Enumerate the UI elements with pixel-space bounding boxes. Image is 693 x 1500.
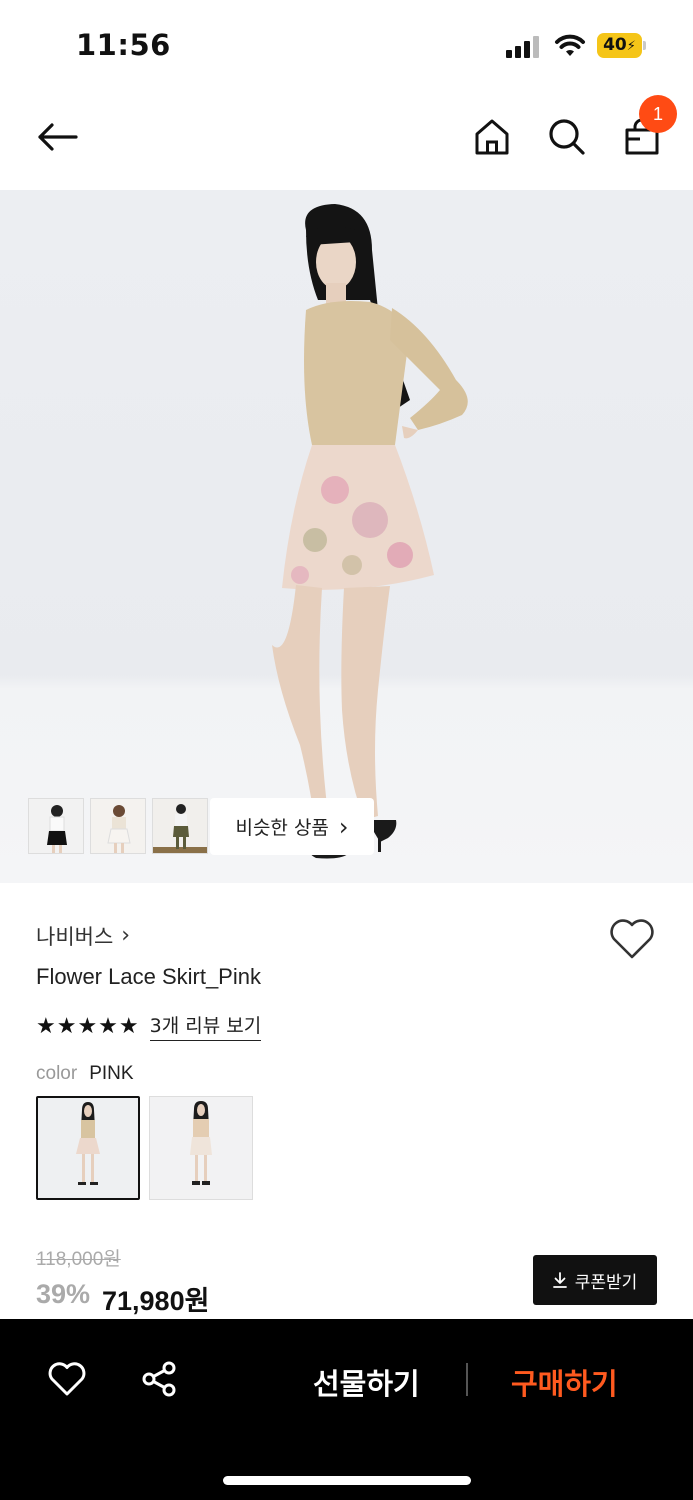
similar-thumbnail[interactable] [28,798,84,854]
share-icon [142,1361,176,1397]
brand-name: 나비버스 [36,925,114,949]
heart-icon [48,1362,86,1396]
cart-count-badge: 1 [639,95,677,133]
color-swatch[interactable] [149,1096,253,1200]
signal-icon [506,34,542,58]
product-name: Flower Lace Skirt_Pink [36,964,261,989]
back-arrow-icon [38,123,78,151]
status-time: 11:56 [76,28,171,62]
discount-rate: 39% [36,1279,91,1309]
color-swatch-selected[interactable] [36,1096,140,1200]
view-reviews-link[interactable]: 3개 리뷰 보기 [149,1011,262,1041]
battery-icon: 40⚡ [597,33,647,58]
chevron-right-icon: › [121,923,131,948]
download-icon [552,1272,567,1288]
back-button[interactable] [29,109,85,165]
search-icon [549,119,585,155]
similar-thumbnail[interactable] [90,798,146,854]
get-coupon-button[interactable]: 쿠폰받기 [533,1255,657,1305]
status-bar: 11:56 40⚡ [0,0,693,90]
heart-icon [610,919,654,959]
bottom-wishlist-button[interactable] [43,1355,91,1403]
product-hero-image[interactable]: 비슷한 상품 › [0,190,693,883]
home-button[interactable] [464,109,520,165]
final-price: 71,980원 [102,1286,210,1316]
rating-stars: ★★★★★ [36,1013,140,1039]
brand-link[interactable]: 나비버스 › [36,921,130,951]
similar-products-label: 비슷한 상품 [235,817,329,839]
similar-products-button[interactable]: 비슷한 상품 › [210,798,374,855]
color-label: color [36,1063,78,1084]
similar-thumbnail[interactable] [152,798,208,854]
original-price: 118,000원 [36,1249,121,1270]
similar-thumbnails [28,798,208,854]
battery-level: 40 [603,35,627,55]
coupon-label: 쿠폰받기 [574,1272,638,1293]
top-navigation [0,90,693,190]
search-button[interactable] [539,109,595,165]
home-indicator [223,1476,471,1485]
wishlist-button[interactable] [608,917,656,961]
buy-button[interactable]: 구매하기 [511,1361,618,1403]
color-value: PINK [89,1063,134,1084]
bottom-action-bar: 선물하기 구매하기 [0,1319,693,1500]
wifi-icon [554,32,586,58]
home-icon [475,119,509,155]
rating-row: ★★★★★ 3개 리뷰 보기 [36,1011,262,1041]
gift-button[interactable]: 선물하기 [313,1361,420,1403]
model-photo [272,204,468,859]
share-button[interactable] [135,1355,183,1403]
chevron-right-icon: › [338,812,349,841]
color-row: color PINK [36,1063,134,1085]
divider [466,1363,468,1396]
